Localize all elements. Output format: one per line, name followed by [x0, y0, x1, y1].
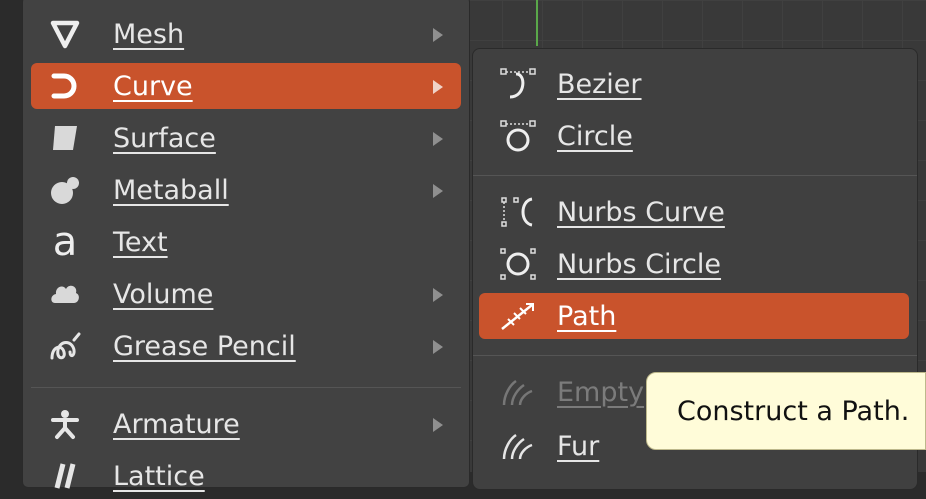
submenu-separator	[473, 355, 917, 356]
path-icon	[493, 293, 543, 339]
menu-item-label: Armature	[113, 408, 240, 440]
submenu-item-label: Path	[557, 300, 617, 332]
submenu-arrow-icon	[433, 340, 443, 354]
lattice-icon	[43, 453, 87, 499]
submenu-item-label: Empty	[557, 376, 645, 408]
submenu-arrow-icon	[433, 288, 443, 302]
surface-icon	[43, 115, 87, 161]
submenu-arrow-icon	[433, 28, 443, 42]
volume-icon	[43, 271, 87, 317]
nurbs-curve-icon	[493, 189, 543, 235]
submenu-arrow-icon	[433, 184, 443, 198]
menu-item-curve[interactable]: Curve	[31, 63, 461, 109]
menu-item-surface[interactable]: Surface	[31, 115, 461, 161]
menu-item-mesh[interactable]: Mesh	[31, 11, 461, 57]
hair-empty-icon	[493, 369, 543, 415]
text-icon: a	[52, 219, 78, 265]
menu-item-label: Mesh	[113, 18, 185, 50]
submenu-item-label: Fur	[557, 430, 600, 462]
submenu-item-bezier[interactable]: Bezier	[479, 61, 909, 107]
menu-item-label: Curve	[113, 70, 193, 102]
tooltip: Construct a Path.	[646, 372, 926, 450]
submenu-arrow-icon	[433, 132, 443, 146]
menu-item-lattice[interactable]: Lattice	[31, 453, 461, 499]
mesh-icon	[43, 11, 87, 57]
nurbs-circle-icon	[493, 241, 543, 287]
menu-item-label: Grease Pencil	[113, 330, 296, 362]
menu-item-label: Text	[113, 226, 168, 258]
menu-item-grease-pencil[interactable]: Grease Pencil	[31, 323, 461, 369]
menu-item-armature[interactable]: Armature	[31, 401, 461, 447]
grease-pencil-icon	[43, 323, 87, 369]
submenu-arrow-icon	[433, 418, 443, 432]
submenu-item-circle[interactable]: Circle	[479, 113, 909, 159]
menu-item-label: Surface	[113, 122, 216, 154]
menu-item-text[interactable]: a Text	[31, 219, 461, 265]
fur-icon	[493, 423, 543, 469]
submenu-item-path[interactable]: Path	[479, 293, 909, 339]
menu-item-volume[interactable]: Volume	[31, 271, 461, 317]
submenu-separator	[473, 175, 917, 176]
curve-icon	[43, 63, 87, 109]
submenu-item-label: Circle	[557, 120, 633, 152]
bezier-circle-icon	[493, 113, 543, 159]
armature-icon	[43, 401, 87, 447]
submenu-item-label: Nurbs Circle	[557, 248, 722, 280]
menu-item-metaball[interactable]: Metaball	[31, 167, 461, 213]
bezier-icon	[493, 61, 543, 107]
submenu-item-nurbs-curve[interactable]: Nurbs Curve	[479, 189, 909, 235]
menu-item-label: Lattice	[113, 460, 205, 492]
menu-item-label: Volume	[113, 278, 214, 310]
submenu-item-nurbs-circle[interactable]: Nurbs Circle	[479, 241, 909, 287]
submenu-arrow-icon	[433, 80, 443, 94]
menu-item-label: Metaball	[113, 174, 229, 206]
metaball-icon	[43, 167, 87, 213]
submenu-item-label: Nurbs Curve	[557, 196, 725, 228]
submenu-item-label: Bezier	[557, 68, 642, 100]
menu-separator	[31, 387, 461, 388]
add-menu: Mesh Curve Surface Metaball a Text Volum…	[22, 0, 470, 492]
y-axis-line	[536, 0, 538, 46]
tooltip-text: Construct a Path.	[677, 395, 910, 427]
